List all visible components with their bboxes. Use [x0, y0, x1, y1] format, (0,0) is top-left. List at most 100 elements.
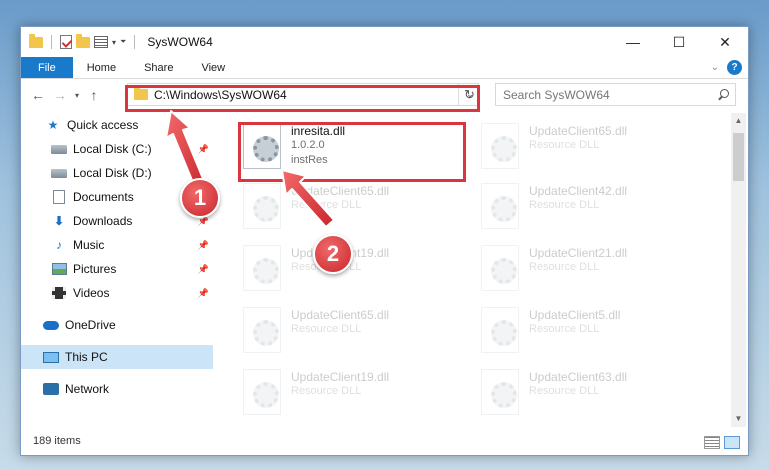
search-icon[interactable] — [715, 87, 731, 103]
ribbon-right: ⌄ ? — [711, 60, 742, 75]
window-controls: — ☐ ✕ — [610, 27, 748, 57]
sidebar-item-music[interactable]: ♪ Music 📌 — [21, 233, 213, 257]
pin-icon[interactable]: 📌 — [198, 288, 209, 299]
tiles-view-icon[interactable] — [724, 436, 740, 449]
new-folder-icon[interactable] — [76, 33, 90, 48]
file-type: Resource DLL — [529, 261, 600, 273]
recent-locations-icon[interactable]: ▾ — [71, 91, 83, 100]
file-name: UpdateClient42.dll — [529, 184, 628, 198]
details-view-icon[interactable] — [704, 436, 720, 449]
back-button[interactable]: ← — [27, 87, 49, 103]
sidebar-item-local-disk-c[interactable]: Local Disk (C:) 📌 — [21, 137, 213, 161]
file-name: UpdateClient19.dll — [291, 370, 390, 384]
maximize-button[interactable]: ☐ — [656, 27, 702, 57]
tab-file[interactable]: File — [21, 57, 73, 78]
sidebar-item-quick-access[interactable]: ★ Quick access — [21, 113, 213, 137]
file-item[interactable]: UpdateClient42.dll Resource DLL — [481, 183, 711, 241]
file-name: UpdateClient65.dll — [291, 184, 390, 198]
step-badge-1: 1 — [180, 178, 220, 218]
expand-ribbon-icon[interactable]: ⌄ — [711, 62, 719, 73]
tab-home[interactable]: Home — [73, 57, 130, 78]
divider — [51, 35, 52, 49]
sidebar-item-network[interactable]: Network — [21, 377, 213, 401]
sidebar-item-label: Local Disk (D:) — [73, 166, 152, 180]
customize-toolbar-icon[interactable]: ⏷ — [120, 37, 126, 47]
file-name: UpdateClient65.dll — [529, 124, 628, 138]
file-item[interactable]: UpdateClient5.dll Resource DLL — [481, 307, 711, 365]
divider — [134, 35, 136, 49]
file-item[interactable]: UpdateClient19.dllResource DLL — [243, 245, 473, 303]
sidebar-item-label: This PC — [65, 350, 108, 364]
pictures-icon — [51, 263, 67, 275]
pin-icon[interactable]: 📌 — [198, 144, 209, 155]
quick-access-toolbar: ▾ ⏷ — [21, 33, 139, 49]
chevron-down-icon[interactable]: ▾ — [112, 38, 116, 47]
file-name: UpdateClient5.dll — [529, 308, 621, 322]
file-name: UpdateClient65.dll — [291, 308, 390, 322]
file-item[interactable]: UpdateClient65.dll Resource DLL — [481, 123, 711, 181]
scroll-up-icon[interactable]: ▲ — [731, 113, 746, 129]
navigation-pane: ★ Quick access Local Disk (C:) 📌 Local D… — [21, 113, 213, 427]
file-item[interactable]: UpdateClient19.dllResource DLL — [243, 369, 473, 427]
sidebar-item-label: Documents — [73, 190, 134, 204]
music-icon: ♪ — [56, 238, 62, 252]
file-item[interactable]: UpdateClient63.dll Resource DLL — [481, 369, 711, 427]
dll-file-icon — [243, 183, 281, 229]
scroll-thumb[interactable] — [733, 133, 744, 181]
help-icon[interactable]: ? — [727, 60, 742, 75]
sidebar-item-label: Network — [65, 382, 110, 396]
dll-file-icon — [481, 183, 519, 229]
sidebar-item-onedrive[interactable]: OneDrive — [21, 313, 213, 337]
item-count: 189 items — [33, 435, 81, 447]
file-type: Resource DLL — [529, 199, 600, 211]
scroll-down-icon[interactable]: ▼ — [731, 411, 746, 427]
pin-icon[interactable]: 📌 — [198, 264, 209, 275]
sidebar-item-label: Videos — [73, 286, 110, 300]
view-options-icon[interactable] — [94, 36, 108, 48]
documents-icon — [53, 190, 65, 204]
up-button[interactable]: ↑ — [83, 87, 105, 103]
status-bar: 189 items — [21, 427, 748, 455]
close-button[interactable]: ✕ — [702, 27, 748, 57]
sidebar-item-label: Quick access — [67, 118, 139, 132]
sidebar-item-local-disk-d[interactable]: Local Disk (D:) — [21, 161, 213, 185]
sidebar-item-label: Downloads — [73, 214, 133, 228]
ribbon-tabs: File Home Share View ⌄ ? — [21, 57, 748, 79]
address-highlight-box — [125, 85, 480, 112]
file-type: Resource DLL — [291, 199, 362, 211]
file-item[interactable]: UpdateClient21.dll Resource DLL — [481, 245, 711, 303]
tab-view[interactable]: View — [187, 57, 239, 78]
step-badge-2: 2 — [313, 234, 353, 274]
onedrive-icon-wrap — [43, 318, 59, 332]
sidebar-item-downloads[interactable]: ⬇ Downloads 📌 — [21, 209, 213, 233]
pin-icon[interactable]: 📌 — [198, 240, 209, 251]
network-icon-wrap — [43, 382, 59, 396]
pc-icon-wrap — [43, 350, 59, 364]
sidebar-item-this-pc[interactable]: This PC — [21, 345, 213, 369]
tab-share[interactable]: Share — [130, 57, 187, 78]
file-type: Resource DLL — [291, 385, 362, 397]
dll-file-icon — [243, 307, 281, 353]
dll-file-icon — [243, 245, 281, 291]
file-item[interactable]: UpdateClient65.dll Resource DLL — [243, 183, 473, 241]
search-box[interactable]: Search SysWOW64 — [495, 83, 736, 106]
star-icon: ★ — [47, 118, 59, 132]
onedrive-icon — [43, 320, 59, 330]
disk-icon — [51, 144, 67, 154]
dll-file-icon — [481, 369, 519, 415]
properties-check-icon[interactable] — [60, 35, 72, 49]
disk-icon-wrap — [51, 166, 67, 180]
file-item[interactable]: UpdateClient65.dll Resource DLL — [243, 307, 473, 365]
folder-icon — [29, 33, 43, 48]
minimize-button[interactable]: — — [610, 27, 656, 57]
sidebar-item-pictures[interactable]: Pictures 📌 — [21, 257, 213, 281]
dll-file-icon — [481, 123, 519, 169]
forward-button[interactable]: → — [49, 87, 71, 103]
file-type: Resource DLL — [529, 385, 600, 397]
network-icon — [43, 383, 59, 395]
search-input[interactable]: Search SysWOW64 — [503, 88, 715, 102]
dll-file-icon — [481, 245, 519, 291]
vertical-scrollbar[interactable]: ▲ ▼ — [731, 113, 746, 427]
sidebar-item-videos[interactable]: Videos 📌 — [21, 281, 213, 305]
